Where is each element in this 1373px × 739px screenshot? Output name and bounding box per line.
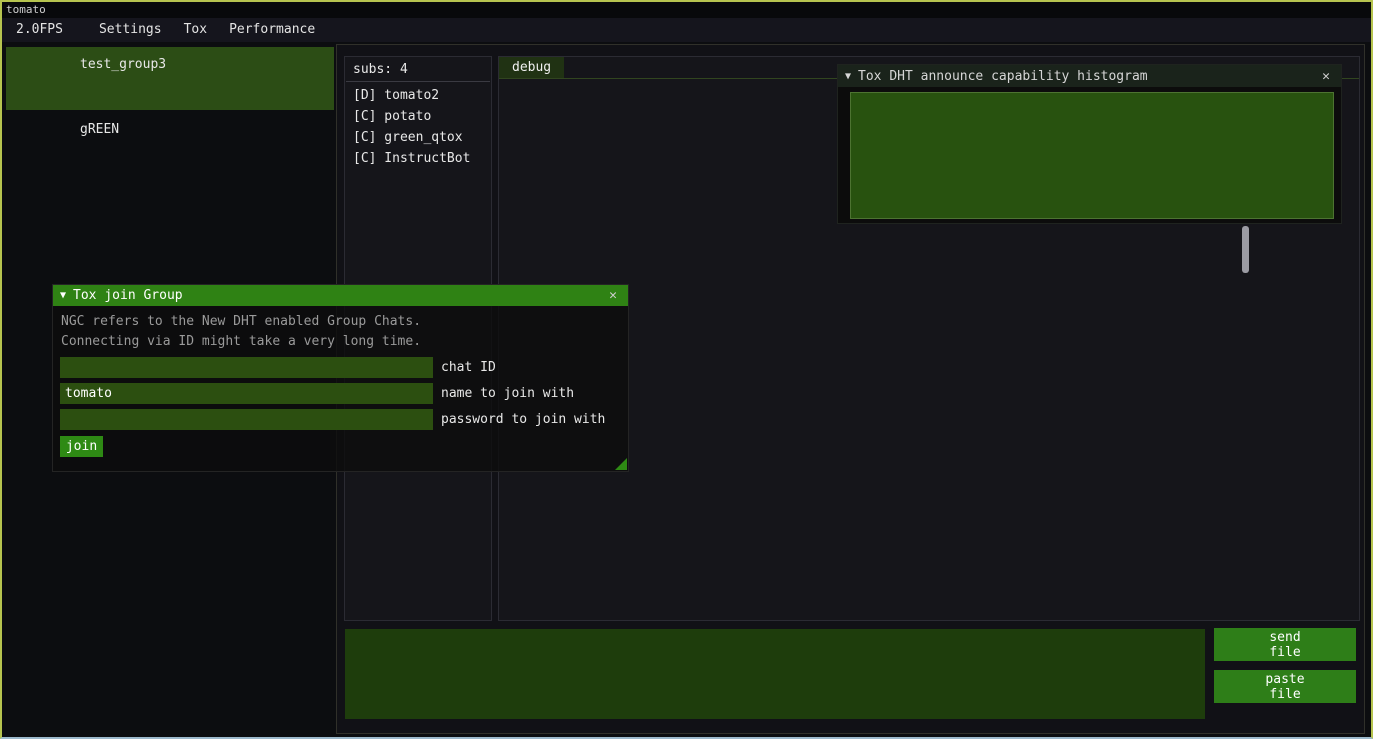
group-list: test_group3 gREEN [6,47,334,177]
field-row-password: password to join with [60,409,621,430]
resize-grip[interactable] [615,458,627,470]
join-password-label: password to join with [441,412,605,427]
member-item-tomato2[interactable]: [D] tomato2 [345,85,491,106]
tab-debug[interactable]: debug [499,57,564,78]
titlebar: tomato [2,2,1371,18]
member-item-potato[interactable]: [C] potato [345,106,491,127]
histogram-window-title: Tox DHT announce capability histogram [858,69,1318,84]
member-item-instructbot[interactable]: [C] InstructBot [345,148,491,169]
group-item-green[interactable]: gREEN [6,112,334,175]
members-count: subs: 4 [345,57,491,81]
join-description-line2: Connecting via ID might take a very long… [61,332,620,352]
menu-tox[interactable]: Tox [173,18,218,42]
field-row-chat-id: chat ID [60,357,621,378]
join-password-input[interactable] [60,409,433,430]
app-window: tomato 2.0FPS Settings Tox Performance t… [0,0,1373,739]
histogram-window: ▼ Tox DHT announce capability histogram … [837,64,1342,224]
group-name: test_group3 [80,57,166,72]
join-description-line1: NGC refers to the New DHT enabled Group … [61,312,620,332]
histogram-plot [850,92,1334,219]
chat-id-input[interactable] [60,357,433,378]
send-file-button[interactable]: send file [1214,628,1356,661]
join-window-titlebar[interactable]: ▼ Tox join Group ✕ [53,285,628,306]
join-description: NGC refers to the New DHT enabled Group … [53,306,628,352]
member-item-green-qtox[interactable]: [C] green_qtox [345,127,491,148]
separator [346,81,490,82]
group-name: gREEN [80,122,119,137]
chat-scrollbar[interactable] [1242,226,1249,273]
join-button[interactable]: join [60,436,103,457]
group-item-test-group3[interactable]: test_group3 [6,47,334,110]
histogram-window-titlebar[interactable]: ▼ Tox DHT announce capability histogram … [838,65,1341,87]
menu-settings[interactable]: Settings [88,18,173,42]
collapse-arrow-icon[interactable]: ▼ [60,290,66,301]
close-icon[interactable]: ✕ [605,288,621,303]
window-title: tomato [6,3,46,16]
join-name-label: name to join with [441,386,574,401]
paste-file-button[interactable]: paste file [1214,670,1356,703]
join-group-window: ▼ Tox join Group ✕ NGC refers to the New… [52,284,629,472]
fps-indicator: 2.0FPS [5,18,74,42]
collapse-arrow-icon[interactable]: ▼ [845,71,851,82]
message-input[interactable] [345,629,1205,719]
join-name-input[interactable] [60,383,433,404]
menubar: 2.0FPS Settings Tox Performance [2,18,1371,42]
chat-id-label: chat ID [441,360,496,375]
join-window-title: Tox join Group [73,288,605,303]
field-row-name: name to join with [60,383,621,404]
close-icon[interactable]: ✕ [1318,69,1334,84]
menu-performance[interactable]: Performance [218,18,326,42]
